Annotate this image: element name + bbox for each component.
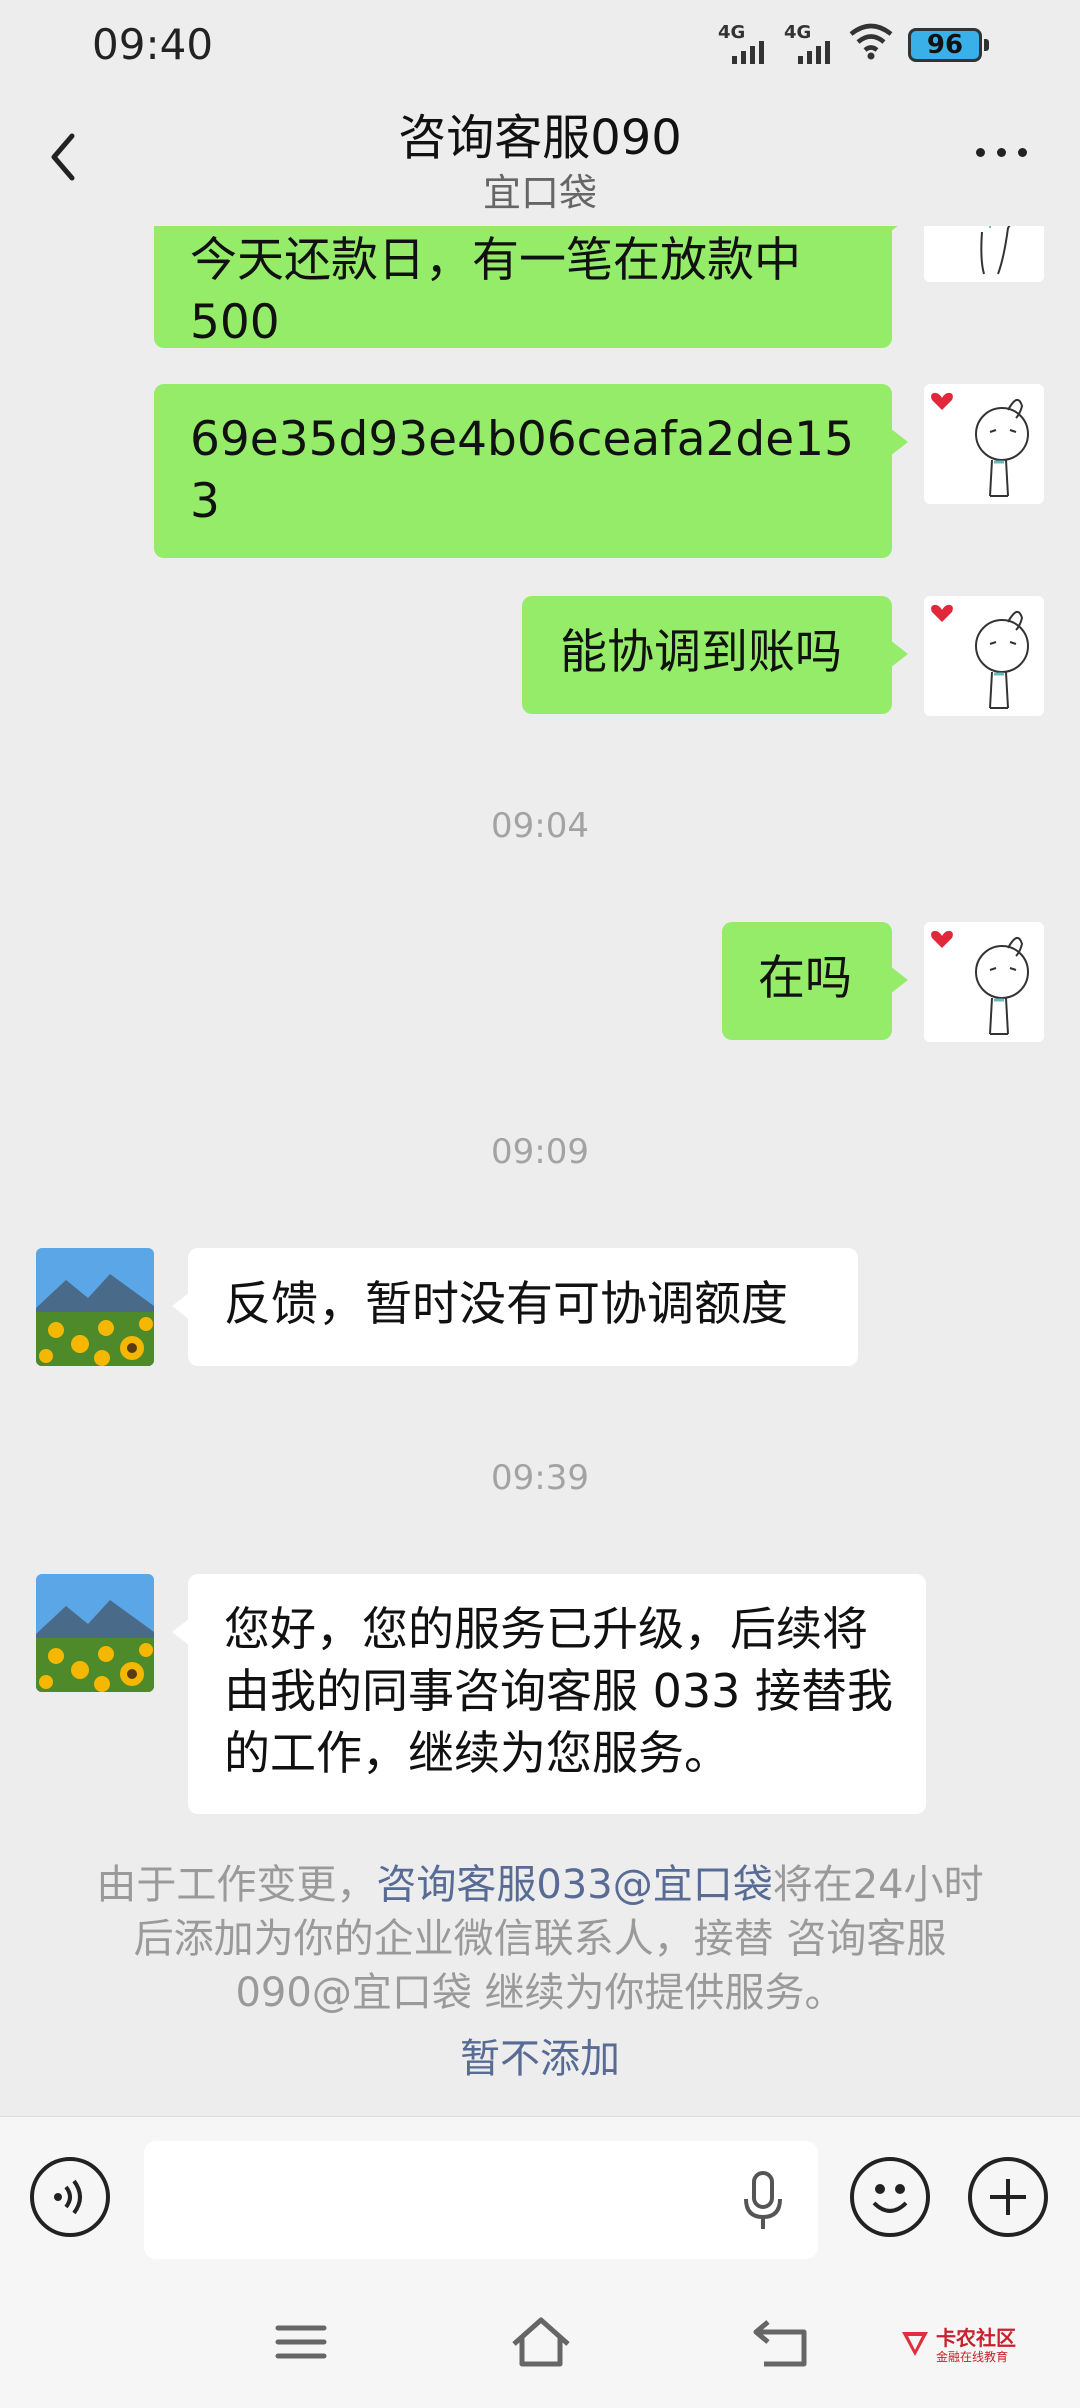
rabbit-avatar-icon bbox=[980, 226, 1011, 275]
watermark-logo: 卡农社区 金融在线教育 bbox=[898, 2322, 1028, 2372]
wifi-icon bbox=[849, 23, 893, 60]
timestamp: 09:04 bbox=[491, 806, 589, 846]
dot-icon bbox=[976, 148, 985, 157]
decline-add-link[interactable]: 暂不添加 bbox=[0, 2026, 1080, 2084]
chat-subtitle: 宜口袋 bbox=[482, 171, 597, 215]
avatar[interactable] bbox=[924, 226, 1044, 282]
status-time: 09:40 bbox=[92, 20, 214, 69]
system-navigation-bar: 卡农社区 金融在线教育 bbox=[0, 2284, 1080, 2408]
message-input[interactable] bbox=[144, 2141, 818, 2259]
watermark-icon bbox=[902, 2332, 928, 2356]
emoji-button[interactable] bbox=[850, 2157, 930, 2237]
rabbit-avatar-icon bbox=[931, 604, 1029, 709]
avatar[interactable] bbox=[924, 384, 1044, 504]
emoji-icon bbox=[872, 2184, 908, 2213]
colleague-link[interactable]: 咨询客服033@宜口袋 bbox=[376, 1862, 772, 1908]
battery-level: 96 bbox=[926, 30, 964, 60]
status-bar: 09:40 4G 4G 96 bbox=[0, 0, 1080, 92]
avatar[interactable] bbox=[36, 1248, 154, 1366]
dot-icon bbox=[1018, 148, 1027, 157]
sunflower-avatar-icon bbox=[36, 1248, 154, 1366]
timestamp: 09:09 bbox=[491, 1132, 589, 1172]
more-options-button[interactable] bbox=[970, 142, 1040, 172]
battery-icon: 96 bbox=[908, 28, 989, 62]
avatar[interactable] bbox=[36, 1574, 154, 1692]
dot-icon bbox=[997, 148, 1006, 157]
more-functions-button[interactable] bbox=[968, 2157, 1048, 2237]
my-message-bubble[interactable]: 69e35d93e4b06ceafa2de153 bbox=[154, 384, 908, 558]
my-message-bubble[interactable]: 在吗 bbox=[722, 922, 908, 1040]
voice-icon bbox=[54, 2179, 82, 2215]
input-bar bbox=[0, 2116, 1080, 2285]
home-icon[interactable] bbox=[506, 2312, 576, 2372]
microphone-icon[interactable] bbox=[738, 2169, 788, 2233]
return-icon[interactable] bbox=[746, 2312, 816, 2372]
their-message-bubble[interactable]: 反馈，暂时没有可协调额度 bbox=[172, 1248, 858, 1366]
chat-title: 咨询客服090 bbox=[398, 110, 682, 166]
plus-icon bbox=[990, 2179, 1026, 2215]
system-notice: 由于工作变更，咨询客服033@宜口袋将在24小时后添加为你的企业微信联系人，接替… bbox=[96, 1862, 984, 2016]
chat-message-list[interactable]: 今天还款日，有一笔在放款中500 69e35d93e4b06ceafa2de15… bbox=[0, 226, 1080, 2116]
rabbit-avatar-icon bbox=[931, 930, 1029, 1035]
my-message-bubble[interactable]: 今天还款日，有一笔在放款中500 bbox=[154, 226, 908, 350]
rabbit-avatar-icon bbox=[931, 392, 1029, 497]
their-message-bubble[interactable]: 您好，您的服务已升级，后续将由我的同事咨询客服 033 接替我的工作，继续为您服… bbox=[172, 1574, 926, 1814]
signal-icon: 4G bbox=[784, 22, 840, 68]
voice-toggle-button[interactable] bbox=[30, 2157, 110, 2237]
avatar[interactable] bbox=[924, 922, 1044, 1042]
signal-icon: 4G bbox=[718, 22, 774, 68]
timestamp: 09:39 bbox=[491, 1458, 589, 1498]
sunflower-avatar-icon bbox=[36, 1574, 154, 1692]
menu-icon[interactable] bbox=[266, 2312, 336, 2372]
chat-header: 咨询客服090 宜口袋 bbox=[0, 92, 1080, 226]
my-message-bubble[interactable]: 能协调到账吗 bbox=[522, 596, 908, 714]
avatar[interactable] bbox=[924, 596, 1044, 716]
